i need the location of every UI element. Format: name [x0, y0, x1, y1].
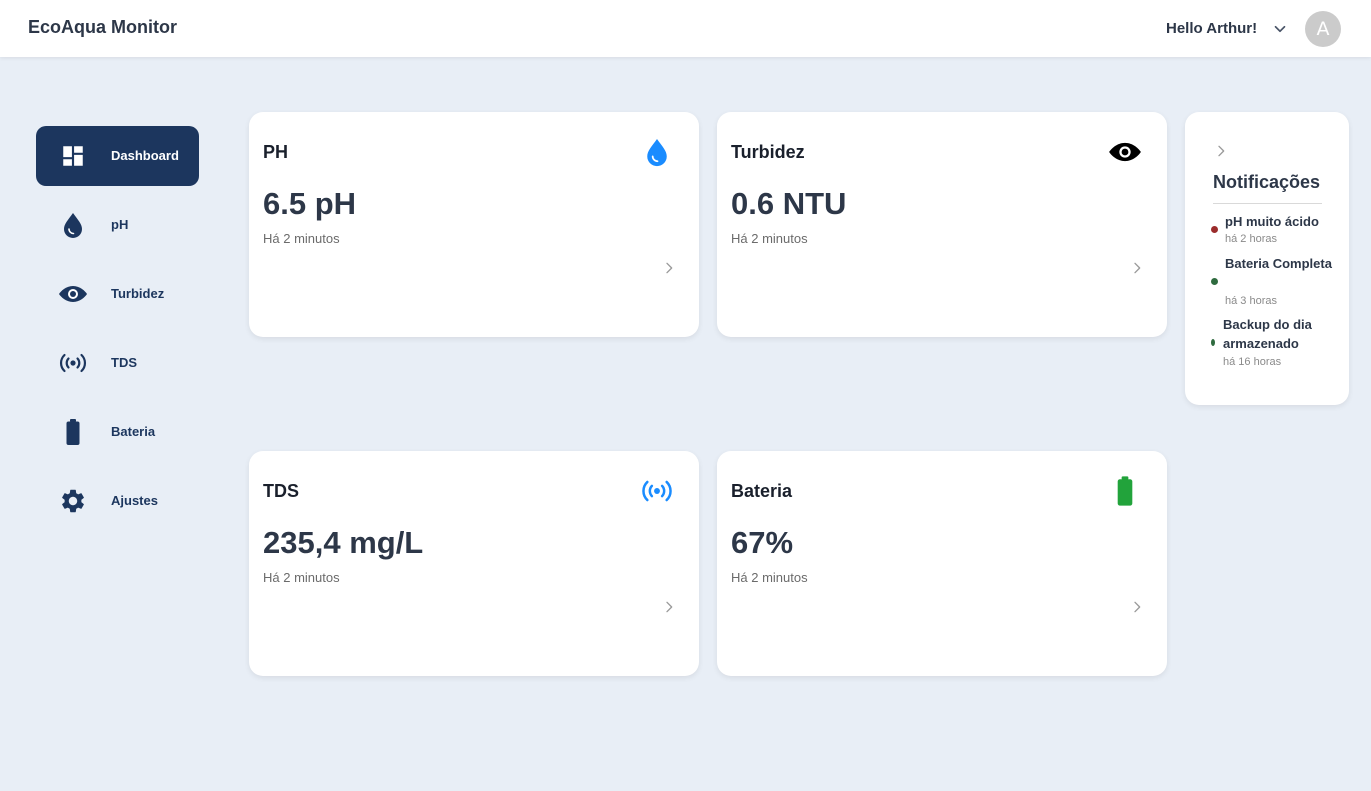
sidebar-item-label: Bateria [111, 424, 156, 439]
avatar[interactable]: A [1305, 11, 1341, 47]
sidebar-item-tds[interactable]: TDS [36, 333, 199, 393]
chevron-down-icon[interactable] [1271, 20, 1289, 38]
notification-text: Bateria Completa [1225, 256, 1332, 271]
sidebar-item-ph[interactable]: pH [36, 195, 199, 255]
ph-card[interactable]: PH 6.5 pH Há 2 minutos [249, 112, 699, 337]
notification-time: há 16 horas [1223, 356, 1282, 368]
chevron-right-icon[interactable] [1129, 599, 1145, 615]
card-timestamp: Há 2 minutos [263, 570, 340, 585]
user-greeting: Hello Arthur! [1166, 20, 1258, 37]
radio-waves-icon [58, 349, 88, 377]
eye-icon [1107, 134, 1143, 170]
dashboard-icon [58, 142, 88, 170]
notification-text: Backup do dia armazenado [1223, 317, 1312, 351]
card-value: 235,4 mg/L [263, 525, 424, 560]
notification-item[interactable]: Backup do dia armazenado há 16 horas [1211, 315, 1341, 373]
notifications-panel: Notificações pH muito ácido há 2 horas B… [1185, 112, 1349, 405]
battery-icon [1107, 473, 1143, 509]
chevron-right-icon[interactable] [661, 260, 677, 276]
card-timestamp: Há 2 minutos [731, 570, 808, 585]
divider [1213, 203, 1322, 204]
battery-icon [58, 418, 88, 446]
water-drop-icon [58, 211, 88, 239]
sidebar-item-label: Ajustes [111, 493, 158, 508]
card-value: 6.5 pH [263, 186, 357, 221]
sidebar-item-turbidez[interactable]: Turbidez [36, 264, 199, 324]
card-title: PH [263, 142, 289, 162]
card-value: 67% [731, 525, 794, 560]
chevron-right-icon[interactable] [1129, 260, 1145, 276]
card-timestamp: Há 2 minutos [263, 231, 340, 246]
card-title: Turbidez [731, 142, 805, 162]
bateria-card[interactable]: Bateria 67% Há 2 minutos [717, 451, 1167, 676]
card-timestamp: Há 2 minutos [731, 231, 808, 246]
status-dot [1211, 278, 1218, 285]
water-drop-icon [639, 134, 675, 170]
sidebar-item-bateria[interactable]: Bateria [36, 402, 199, 462]
sidebar-item-label: TDS [111, 355, 137, 370]
chevron-right-icon[interactable] [1213, 143, 1229, 159]
sidebar-item-label: Turbidez [111, 286, 165, 301]
tds-card[interactable]: TDS 235,4 mg/L Há 2 minutos [249, 451, 699, 676]
eye-icon [58, 280, 88, 308]
top-bar: EcoAqua Monitor Hello Arthur! A [0, 0, 1371, 57]
card-value: 0.6 NTU [731, 186, 847, 221]
sidebar-item-dashboard[interactable]: Dashboard [36, 126, 199, 186]
sidebar-item-label: pH [111, 217, 129, 232]
app-title: EcoAqua Monitor [28, 17, 177, 37]
notification-text: pH muito ácido [1225, 214, 1319, 229]
card-title: Bateria [731, 481, 793, 501]
status-dot [1211, 339, 1215, 346]
card-title: TDS [263, 481, 299, 501]
radio-waves-icon [639, 473, 675, 509]
turbidez-card[interactable]: Turbidez 0.6 NTU Há 2 minutos [717, 112, 1167, 337]
notification-time: há 2 horas [1225, 233, 1277, 245]
notification-time: há 3 horas [1225, 295, 1277, 307]
notification-item[interactable]: Bateria Completa há 3 horas [1211, 254, 1341, 312]
notifications-title: Notificações [1213, 172, 1321, 192]
sidebar-item-label: Dashboard [111, 148, 179, 163]
chevron-right-icon[interactable] [661, 599, 677, 615]
notification-item[interactable]: pH muito ácido há 2 horas [1211, 212, 1341, 250]
sidebar-item-ajustes[interactable]: Ajustes [36, 471, 199, 531]
status-dot [1211, 226, 1218, 233]
gear-icon [58, 487, 88, 515]
